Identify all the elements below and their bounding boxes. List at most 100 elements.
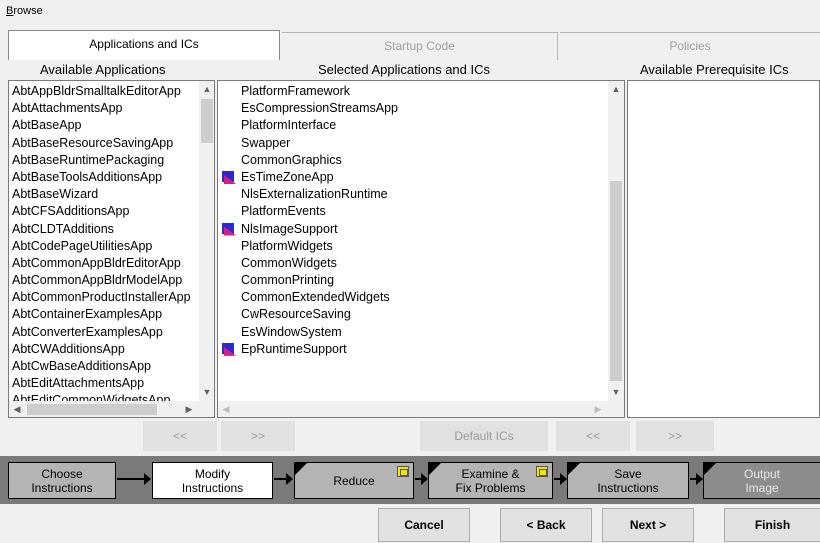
list-item[interactable]: AbtBaseRuntimePackaging [9, 152, 199, 169]
step-modify-instructions[interactable]: Modify Instructions [152, 462, 273, 499]
available-applications-hscroll[interactable]: ◀ ▶ [9, 401, 214, 417]
available-applications-vscroll[interactable]: ▲ ▼ [199, 81, 214, 401]
corner-marker-icon [567, 462, 581, 476]
workflow-arrow-icon [554, 473, 567, 485]
cancel-button[interactable]: Cancel [378, 508, 470, 542]
list-item[interactable]: Swapper [218, 135, 608, 152]
scroll-left-arrow-icon[interactable]: ◀ [218, 404, 234, 415]
prereq-add-button[interactable]: >> [636, 421, 714, 451]
list-item[interactable]: CommonPrinting [218, 272, 608, 289]
list-item[interactable]: AbtCWAdditionsApp [9, 341, 199, 358]
available-applications-list[interactable]: AbtAppBldrSmalltalkEditorApp AbtAttachmen… [8, 80, 215, 418]
list-item[interactable]: AbtBaseWizard [9, 186, 199, 203]
default-ics-button[interactable]: Default ICs [420, 421, 548, 451]
add-button[interactable]: >> [221, 421, 295, 451]
scroll-right-arrow-icon[interactable]: ▶ [590, 404, 606, 415]
list-item[interactable]: CommonWidgets [218, 255, 608, 272]
tab-label: Startup Code [384, 39, 455, 53]
tab-label: Applications and ICs [89, 37, 199, 51]
dialog-button-row: Cancel < Back Next > Finish [0, 504, 820, 543]
step-label: Choose [41, 467, 83, 481]
step-reduce[interactable]: Reduce [294, 462, 414, 499]
step-label: Modify [194, 467, 231, 481]
available-prerequisites-header: Available Prerequisite ICs [640, 62, 789, 77]
list-item[interactable]: PlatformFramework [218, 83, 608, 100]
list-item[interactable]: AbtAppBldrSmalltalkEditorApp [9, 83, 199, 100]
available-applications-rows: AbtAppBldrSmalltalkEditorApp AbtAttachmen… [9, 83, 199, 410]
list-item[interactable]: AbtBaseToolsAdditionsApp [9, 169, 199, 186]
list-item[interactable]: AbtCommonProductInstallerApp [9, 289, 199, 306]
scroll-up-arrow-icon[interactable]: ▲ [608, 84, 624, 94]
finish-button[interactable]: Finish [724, 508, 820, 542]
list-item-label: CommonGraphics [241, 152, 342, 167]
list-item[interactable]: AbtConverterExamplesApp [9, 324, 199, 341]
workflow-arrow-icon [415, 473, 428, 485]
corner-marker-icon [428, 462, 442, 476]
scroll-right-arrow-icon[interactable]: ▶ [181, 404, 197, 415]
scroll-up-arrow-icon[interactable]: ▲ [199, 84, 214, 94]
step-label: Reduce [333, 474, 375, 488]
prereq-remove-button[interactable]: << [556, 421, 630, 451]
back-button[interactable]: < Back [500, 508, 592, 542]
list-item[interactable]: PlatformInterface [218, 117, 608, 134]
list-item[interactable]: AbtBaseResourceSavingApp [9, 135, 199, 152]
step-label: Save [614, 467, 642, 481]
list-item[interactable]: AbtCwBaseAdditionsApp [9, 358, 199, 375]
menu-browse[interactable]: Browse [6, 5, 43, 17]
step-choose-instructions[interactable]: Choose Instructions [8, 462, 116, 499]
tab-applications-and-ics[interactable]: Applications and ICs [8, 30, 280, 60]
remove-button[interactable]: << [143, 421, 217, 451]
list-item[interactable]: EsCompressionStreamsApp [218, 100, 608, 117]
scroll-down-arrow-icon[interactable]: ▼ [199, 387, 214, 397]
scroll-down-arrow-icon[interactable]: ▼ [608, 387, 624, 397]
list-item-label: NlsImageSupport [241, 221, 338, 236]
list-item[interactable]: PlatformEvents [218, 203, 608, 220]
panel-headers: Available Applications Selected Applicat… [0, 60, 820, 80]
list-button-row: << >> Default ICs << >> [0, 420, 820, 454]
list-item[interactable]: AbtContainerExamplesApp [9, 306, 199, 323]
scroll-thumb[interactable] [201, 99, 213, 143]
step-label: Output [743, 467, 781, 481]
selected-applications-hscroll[interactable]: ◀ ▶ [218, 401, 624, 417]
list-item[interactable]: CommonGraphics [218, 152, 608, 169]
list-item[interactable]: AbtCLDTAdditions [9, 221, 199, 238]
workflow-arrow-icon [274, 473, 293, 485]
list-item[interactable]: AbtBaseApp [9, 117, 199, 134]
menu-bar: Browse [0, 0, 820, 22]
step-label: Instructions [181, 481, 244, 495]
scroll-left-arrow-icon[interactable]: ◀ [9, 404, 25, 415]
hscroll-thumb[interactable] [27, 404, 157, 415]
selected-applications-vscroll[interactable]: ▲ ▼ [608, 81, 624, 401]
tab-policies[interactable]: Policies [560, 32, 820, 60]
tab-strip: Applications and ICs Startup Code Polici… [0, 24, 820, 60]
list-item[interactable]: PlatformWidgets [218, 238, 608, 255]
selected-applications-list[interactable]: PlatformFramework EsCompressionStreamsApp… [217, 80, 625, 418]
list-item[interactable]: AbtEditAttachmentsApp [9, 375, 199, 392]
list-item-label: EsTimeZoneApp [241, 169, 334, 184]
next-button[interactable]: Next > [602, 508, 694, 542]
list-item[interactable]: EpRuntimeSupport [218, 341, 608, 358]
list-item[interactable]: AbtCommonAppBldrModelApp [9, 272, 199, 289]
step-label: Instructions [597, 481, 659, 495]
tab-startup-code[interactable]: Startup Code [282, 32, 558, 60]
list-item[interactable]: CommonExtendedWidgets [218, 289, 608, 306]
list-item[interactable]: EsWindowSystem [218, 324, 608, 341]
step-save-instructions[interactable]: Save Instructions [567, 462, 689, 499]
step-label: Image [745, 481, 779, 495]
list-item[interactable]: NlsImageSupport [218, 221, 608, 238]
list-item[interactable]: AbtCFSAdditionsApp [9, 203, 199, 220]
step-output-image[interactable]: Output Image [703, 462, 820, 499]
list-item-label: EpRuntimeSupport [241, 341, 347, 356]
available-prerequisites-list[interactable] [627, 80, 820, 418]
step-examine-fix-problems[interactable]: Examine & Fix Problems [428, 462, 553, 499]
list-item[interactable]: AbtCodePageUtilitiesApp [9, 238, 199, 255]
list-item[interactable]: NlsExternalizationRuntime [218, 186, 608, 203]
list-item[interactable]: CwResourceSaving [218, 306, 608, 323]
list-item[interactable]: AbtAttachmentsApp [9, 100, 199, 117]
available-applications-header: Available Applications [40, 62, 166, 77]
scroll-thumb[interactable] [610, 181, 622, 381]
list-item-label: NlsExternalizationRuntime [241, 187, 388, 202]
warning-flag-icon [397, 466, 409, 477]
list-item[interactable]: EsTimeZoneApp [218, 169, 608, 186]
list-item[interactable]: AbtCommonAppBldrEditorApp [9, 255, 199, 272]
